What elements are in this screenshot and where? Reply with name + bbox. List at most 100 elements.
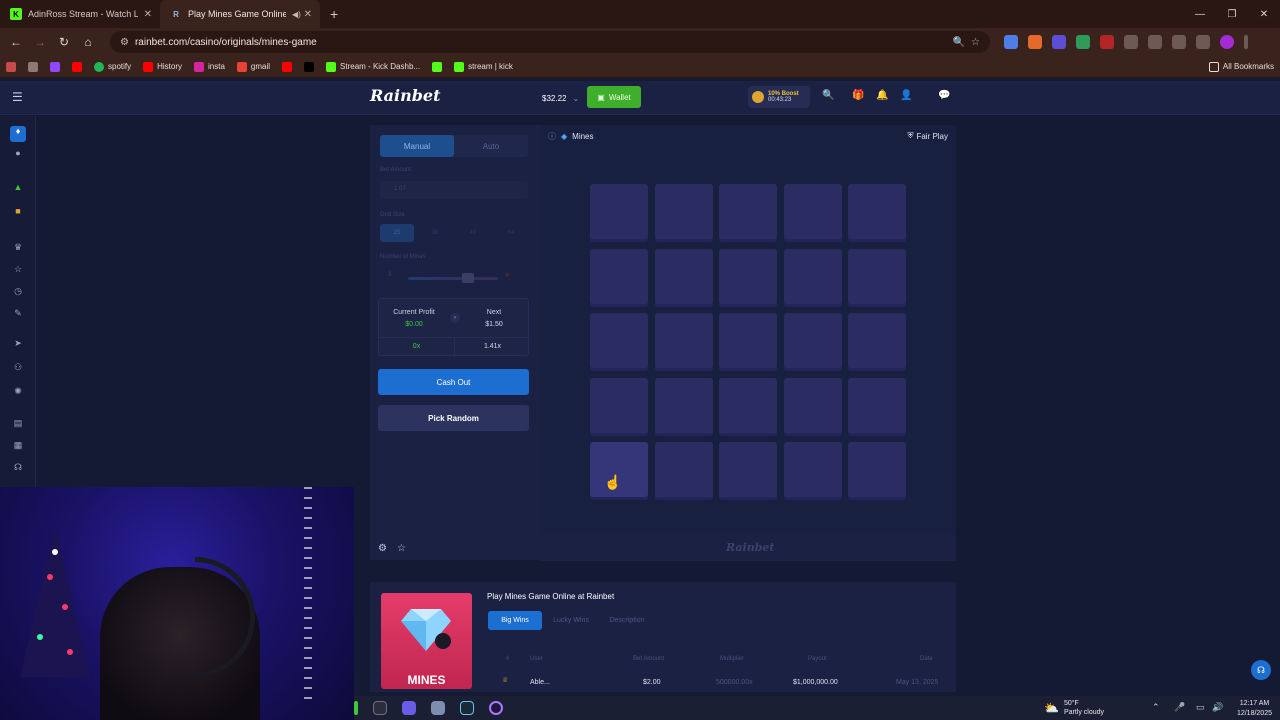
bet-amount-input[interactable]: 1.07	[380, 181, 528, 199]
tag-icon[interactable]: ✎	[10, 308, 26, 322]
settings-icon[interactable]: ✺	[10, 386, 26, 400]
wallet-button[interactable]: ▣ Wallet	[587, 86, 641, 108]
reload-icon[interactable]: ↻	[52, 35, 76, 49]
profile-avatar[interactable]	[1220, 35, 1234, 49]
mine-tile[interactable]	[654, 377, 713, 436]
mine-tile[interactable]	[654, 442, 713, 500]
mine-tile[interactable]	[654, 184, 713, 242]
settings-icon[interactable]	[431, 701, 445, 715]
slider-handle[interactable]	[462, 273, 474, 283]
tab-auto[interactable]: Auto	[454, 135, 528, 157]
shop-icon[interactable]: ▤	[10, 418, 26, 432]
extension-icon[interactable]	[1028, 35, 1042, 49]
system-clock[interactable]: 12:17 AM 12/18/2025	[1237, 699, 1272, 719]
tab-rainbet-mines[interactable]: R Play Mines Game Online at ◀) ✕	[160, 0, 320, 28]
mine-tile[interactable]	[848, 313, 906, 371]
info-icon[interactable]: ⓘ	[548, 131, 556, 142]
obs-icon[interactable]	[489, 701, 503, 715]
menu-list-icon[interactable]	[1196, 35, 1210, 49]
crown-icon[interactable]: ♛	[10, 242, 26, 256]
bookmark-stream-kick[interactable]: stream | kick	[454, 61, 513, 72]
mine-tile[interactable]	[654, 248, 713, 307]
apps-icon[interactable]	[6, 61, 16, 72]
grid-size-selector[interactable]: 25 36 49 64	[380, 224, 528, 242]
mine-tile[interactable]	[783, 313, 842, 371]
extension-icon[interactable]	[1100, 35, 1114, 49]
pick-random-button[interactable]: Pick Random	[378, 405, 529, 431]
tab-manual[interactable]: Manual	[380, 135, 454, 157]
mines-slider[interactable]: 3 ✖	[380, 269, 528, 287]
new-tab-button[interactable]: +	[330, 6, 338, 22]
mine-tile[interactable]	[719, 184, 777, 242]
x-bookmark[interactable]	[304, 61, 315, 72]
people-icon[interactable]: ⚇	[10, 362, 26, 376]
fair-play-button[interactable]: ⛨ Fair Play	[907, 131, 948, 141]
history-icon[interactable]: ◷	[10, 286, 26, 300]
bookmark-star-icon[interactable]: ☆	[971, 37, 980, 48]
url-field[interactable]: ⚙ rainbet.com/casino/originals/mines-gam…	[110, 31, 990, 53]
back-icon[interactable]: ←	[4, 35, 28, 49]
kick-bookmark[interactable]	[432, 61, 443, 72]
sports-icon[interactable]: ●	[10, 148, 26, 162]
audio-icon[interactable]: ◀)	[292, 10, 301, 19]
grid-option[interactable]: 64	[494, 224, 528, 242]
bookmark-insta[interactable]: insta	[194, 61, 225, 72]
grid-icon[interactable]	[28, 61, 38, 72]
kebab-menu-icon[interactable]	[1244, 35, 1248, 49]
mine-tile[interactable]	[783, 184, 842, 242]
youtube-bookmark[interactable]	[72, 61, 82, 72]
gift-icon[interactable]: 🎁	[852, 90, 864, 101]
sidepanel-icon[interactable]	[1148, 35, 1162, 49]
mine-tile[interactable]	[719, 248, 777, 307]
hamburger-menu-icon[interactable]: ☰	[12, 90, 23, 104]
tab-description[interactable]: Description	[600, 611, 654, 630]
support-chat-icon[interactable]: ☊	[1251, 660, 1271, 680]
gear-icon[interactable]: ⚙	[378, 543, 387, 554]
twitch-bookmark[interactable]	[50, 61, 60, 72]
mine-tile[interactable]	[783, 442, 842, 500]
mine-tile[interactable]	[654, 313, 713, 371]
mine-tile[interactable]	[719, 442, 777, 500]
mine-tile[interactable]	[590, 248, 648, 307]
mine-tile[interactable]	[719, 313, 777, 371]
mine-tile[interactable]	[783, 248, 842, 307]
mine-tile[interactable]	[783, 377, 842, 436]
weather-widget[interactable]: ⛅ 50°F Partly cloudy	[1044, 696, 1104, 720]
maximize-icon[interactable]: ❐	[1216, 0, 1248, 28]
bookmark-kick-dashboard[interactable]: Stream - Kick Dashb...	[326, 61, 420, 72]
mine-tile[interactable]	[590, 377, 648, 436]
puzzle-icon[interactable]	[1124, 35, 1138, 49]
grid-option[interactable]: 25	[380, 224, 414, 242]
close-window-icon[interactable]: ✕	[1248, 0, 1280, 28]
close-tab-icon[interactable]: ✕	[144, 9, 152, 20]
document-icon[interactable]: ▦	[10, 440, 26, 454]
headset-icon[interactable]: ☊	[10, 462, 26, 476]
bookmark-gmail[interactable]: gmail	[236, 61, 270, 72]
tab-big-wins[interactable]: Big Wins	[488, 611, 542, 630]
rocket-icon[interactable]: ➤	[10, 338, 26, 352]
extension-icon[interactable]	[1004, 35, 1018, 49]
youtube-bookmark[interactable]	[282, 61, 293, 72]
network-icon[interactable]: ▭	[1196, 702, 1205, 713]
ticket-icon[interactable]: ■	[10, 206, 26, 220]
mine-tile[interactable]	[848, 442, 906, 500]
christmas-tree-icon[interactable]: ▲	[10, 182, 26, 196]
chevron-up-icon[interactable]: ⌃	[1152, 702, 1160, 713]
mine-tile[interactable]	[590, 184, 648, 242]
site-info-icon[interactable]: ⚙	[120, 37, 129, 48]
discord-icon[interactable]	[402, 701, 416, 715]
forward-icon[interactable]: →	[28, 35, 52, 49]
bell-icon[interactable]: 🔔	[876, 90, 888, 101]
balance-display[interactable]: $32.22 ⌄	[536, 87, 585, 109]
mine-tile[interactable]	[848, 184, 906, 242]
grid-option[interactable]: 49	[456, 224, 490, 242]
boost-timer[interactable]: 10% Boost 00:43:23	[748, 86, 810, 108]
minimize-icon[interactable]: —	[1184, 0, 1216, 28]
star-icon[interactable]: ☆	[10, 264, 26, 278]
steam-icon[interactable]	[460, 701, 474, 715]
mine-tile[interactable]	[719, 377, 777, 436]
tab-kick-stream[interactable]: K AdinRoss Stream - Watch Live o ✕	[0, 0, 160, 28]
table-row[interactable]: ♕ Able... $2.00 500000.00x $1,000,000.00…	[488, 677, 946, 689]
star-icon[interactable]: ☆	[397, 543, 406, 554]
tab-search-icon[interactable]	[1172, 35, 1186, 49]
